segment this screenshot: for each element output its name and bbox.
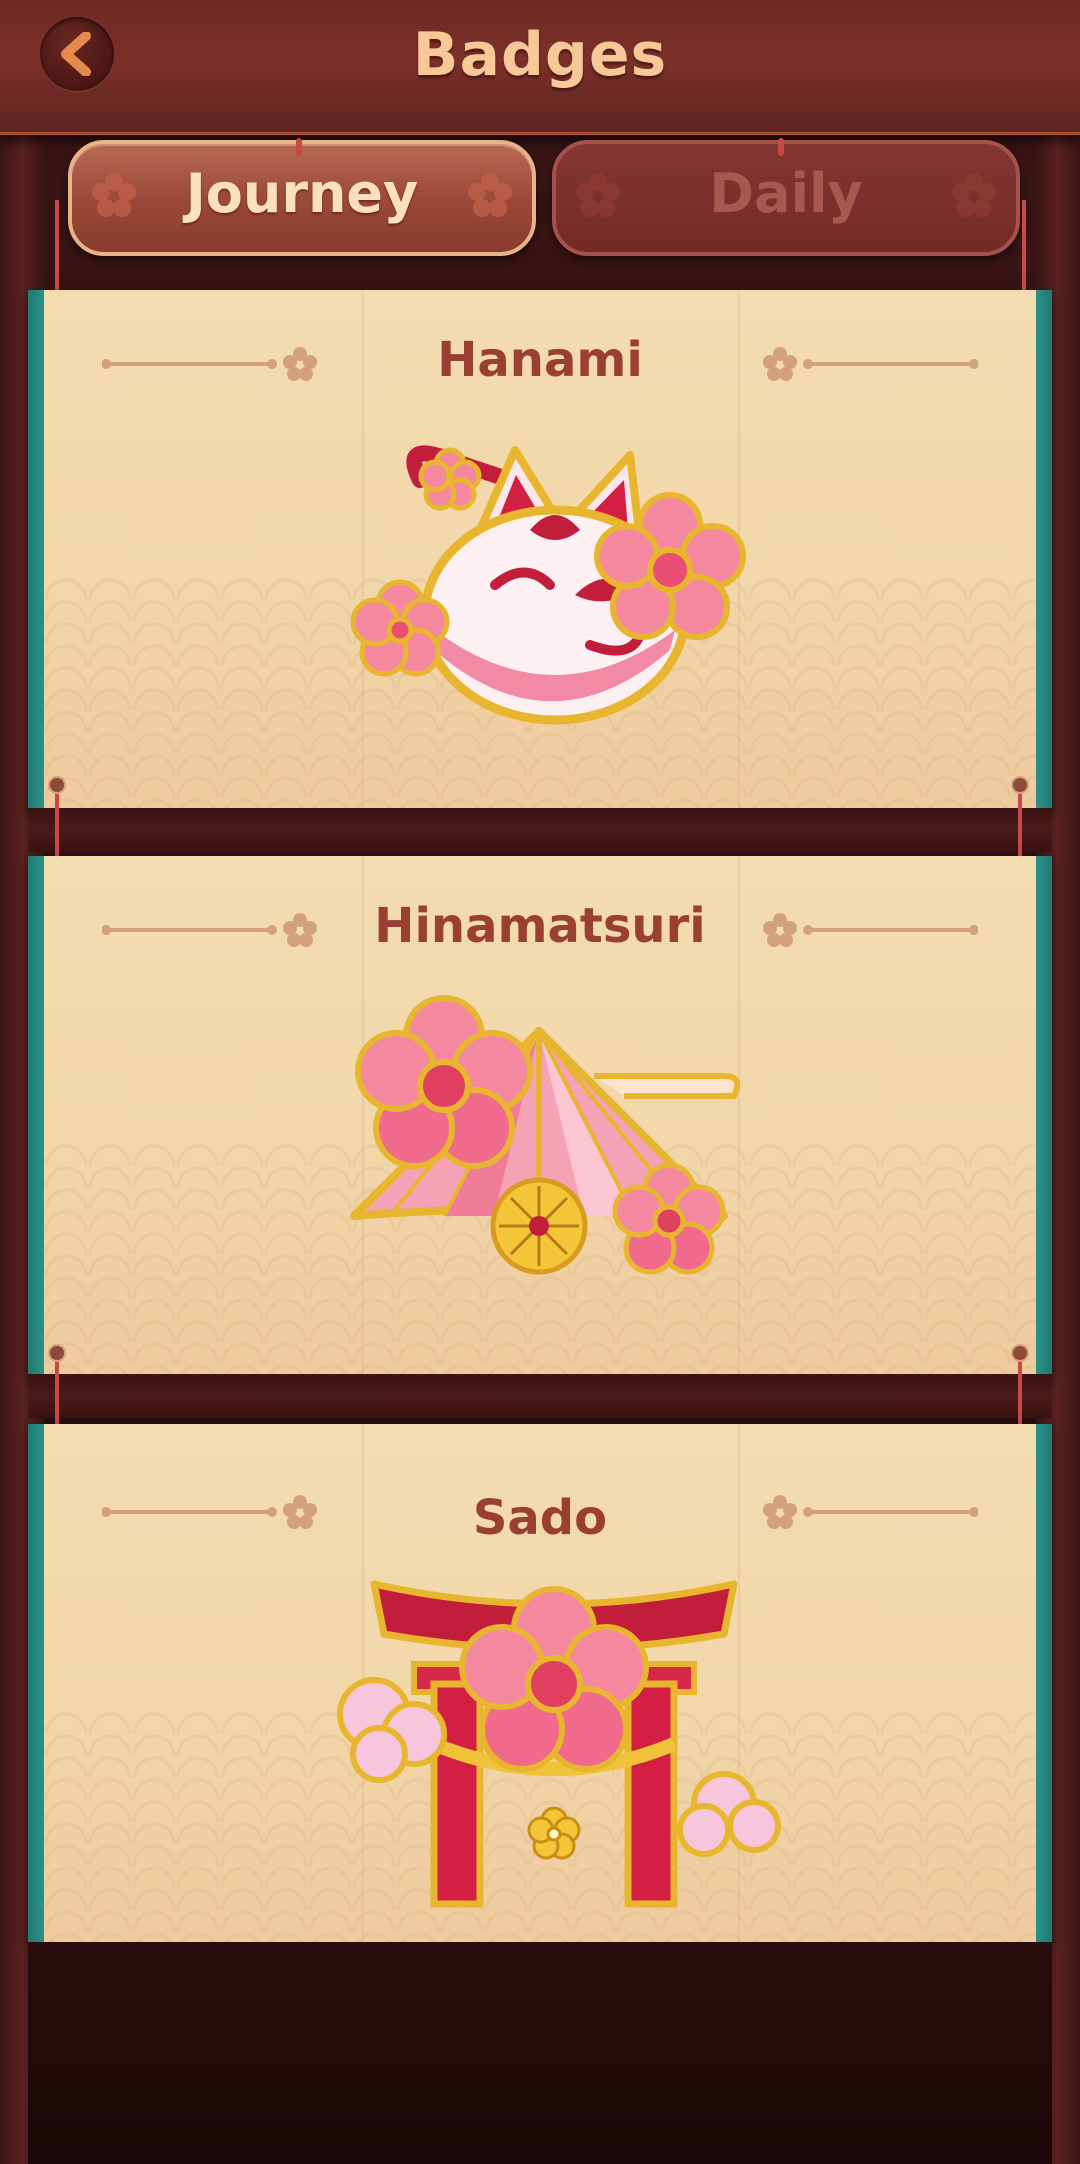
card-gap bbox=[28, 1374, 1052, 1418]
tab-hanger bbox=[778, 138, 784, 156]
badge-title: Hanami bbox=[437, 332, 643, 388]
page-title: Badges bbox=[412, 20, 668, 90]
tab-daily-label: Daily bbox=[709, 162, 863, 225]
string-knot bbox=[48, 1344, 66, 1362]
string-knot bbox=[48, 776, 66, 794]
badge-card-hanami[interactable]: Hanami bbox=[28, 290, 1052, 808]
badge-card-hinamatsuri[interactable]: Hinamatsuri bbox=[28, 856, 1052, 1374]
kitsune-mask-sakura-badge-icon bbox=[350, 445, 746, 725]
tab-journey[interactable]: Journey bbox=[68, 138, 536, 256]
tab-daily[interactable]: Daily bbox=[552, 138, 1020, 256]
tab-hanger bbox=[296, 138, 302, 156]
folding-fan-sakura-badge-icon bbox=[350, 995, 741, 1275]
tab-journey-label: Journey bbox=[185, 162, 419, 225]
string-knot bbox=[1011, 776, 1029, 794]
badge-title: Sado bbox=[472, 1490, 608, 1546]
badge-title: Hinamatsuri bbox=[374, 898, 706, 954]
bottom-panel bbox=[28, 1942, 1052, 2164]
badge-card-sado[interactable]: Sado bbox=[28, 1424, 1052, 1942]
top-bar: Badges bbox=[0, 0, 1080, 136]
header-divider bbox=[0, 132, 1080, 135]
card-gap bbox=[28, 808, 1052, 852]
torii-gate-sakura-badge-icon bbox=[337, 1580, 781, 1908]
string-knot bbox=[1011, 1344, 1029, 1362]
